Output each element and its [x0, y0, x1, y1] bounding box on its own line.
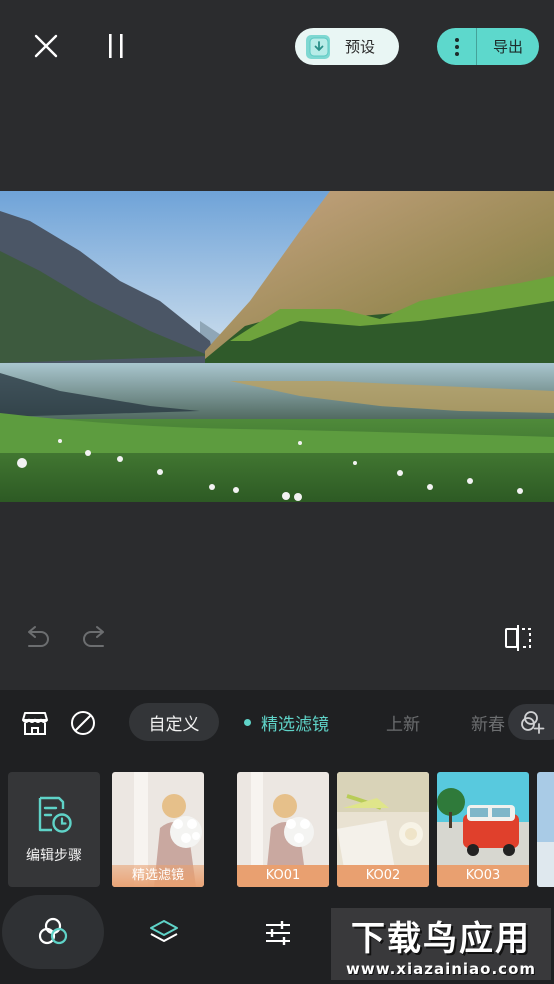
tab-new-label: 上新	[386, 714, 420, 735]
pause-icon	[109, 34, 123, 58]
tab-new[interactable]: 上新	[386, 703, 420, 741]
next-preview-image	[537, 772, 554, 887]
tab-spring[interactable]: 新春	[471, 703, 505, 741]
store-button[interactable]	[18, 706, 52, 740]
tab-spring-label: 新春	[471, 714, 505, 735]
close-icon	[34, 34, 58, 58]
landscape-image	[0, 191, 554, 502]
close-button[interactable]	[28, 28, 64, 64]
watermark-title: 下载鸟应用	[351, 918, 531, 959]
filter-thumb-next[interactable]	[537, 772, 554, 887]
compare-icon	[505, 625, 531, 651]
edit-steps-icon	[38, 796, 72, 833]
nav-adjust-tab[interactable]	[258, 913, 298, 953]
pause-button[interactable]	[98, 28, 134, 64]
active-dot	[244, 718, 251, 726]
filter-thumb-ko02[interactable]: KO02	[337, 772, 429, 887]
layers-icon	[150, 920, 178, 942]
undo-button[interactable]	[20, 620, 54, 654]
more-button[interactable]	[437, 28, 477, 65]
compare-button[interactable]	[500, 620, 536, 656]
add-filter-icon	[521, 711, 545, 734]
redo-icon	[83, 626, 104, 647]
filter-thumb-ko01[interactable]: KO01	[237, 772, 329, 887]
edit-steps-button[interactable]: 编辑步骤	[8, 772, 100, 887]
preset-label: 预设	[345, 38, 376, 56]
store-icon	[22, 712, 48, 735]
filter-caption: 精选滤镜	[112, 865, 204, 887]
filter-thumb-featured[interactable]: 精选滤镜	[112, 772, 204, 887]
export-button[interactable]: 导出	[477, 36, 539, 57]
top-bar: 预设 导出	[0, 0, 554, 92]
adjust-sliders-icon	[266, 921, 290, 945]
photo-preview[interactable]	[0, 191, 554, 502]
add-filter-button[interactable]	[508, 704, 554, 740]
filter-tabs: 自定义 精选滤镜 上新 新春	[0, 690, 554, 756]
undo-icon	[28, 626, 49, 647]
tab-custom-label: 自定义	[148, 714, 200, 735]
filter-strip: 编辑步骤 精选滤镜 KO01 KO02 KO03	[0, 772, 554, 887]
export-group: 导出	[437, 28, 539, 65]
preset-download-icon	[306, 34, 330, 59]
filter-icon	[38, 917, 68, 945]
tab-custom[interactable]: 自定义	[129, 703, 219, 741]
no-filter-icon	[71, 711, 95, 735]
filter-caption: KO01	[237, 865, 329, 887]
tab-featured[interactable]: 精选滤镜	[244, 703, 329, 741]
no-filter-button[interactable]	[66, 706, 100, 740]
nav-filter-tab[interactable]	[2, 895, 104, 969]
preset-button[interactable]: 预设	[295, 28, 399, 65]
edit-steps-label: 编辑步骤	[26, 847, 82, 864]
watermark-url: www.xiazainiao.com	[345, 959, 537, 978]
filter-thumb-ko03[interactable]: KO03	[437, 772, 529, 887]
more-vertical-icon	[454, 37, 459, 56]
watermark: 下载鸟应用 www.xiazainiao.com	[331, 908, 551, 980]
filter-caption: KO03	[437, 865, 529, 887]
nav-layers-tab[interactable]	[144, 913, 184, 953]
tab-featured-label: 精选滤镜	[261, 714, 329, 735]
filter-caption: KO02	[337, 865, 429, 887]
redo-button[interactable]	[78, 620, 112, 654]
